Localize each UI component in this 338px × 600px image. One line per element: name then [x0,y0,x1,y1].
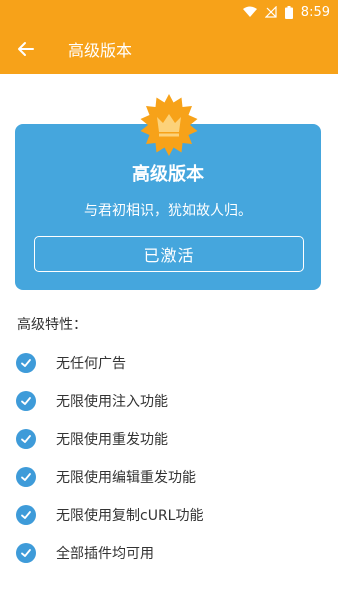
list-item: 无限使用复制cURL功能 [16,496,326,534]
feature-label: 无限使用编辑重发功能 [56,470,196,486]
feature-label: 无限使用复制cURL功能 [56,508,204,524]
wifi-icon [242,6,257,18]
page-title: 高级版本 [68,41,133,60]
card-title: 高级版本 [132,164,204,185]
list-item: 无限使用注入功能 [16,382,326,420]
back-button[interactable] [0,24,52,74]
crown-badge-icon [140,94,198,156]
feature-label: 全部插件均可用 [56,546,154,562]
list-item: 无限使用重发功能 [16,420,326,458]
card-subtitle: 与君初相识，犹如故人归。 [84,203,252,219]
features-heading: 高级特性： [17,317,87,333]
feature-label: 无限使用注入功能 [56,394,168,410]
arrow-left-icon [18,42,34,56]
check-circle-icon [16,467,36,487]
check-circle-icon [16,391,36,411]
status-bar: 8:59 [0,0,338,24]
feature-label: 无任何广告 [56,356,126,372]
list-item: 全部插件均可用 [16,534,326,572]
check-circle-icon [16,543,36,563]
no-signal-icon [264,6,277,18]
feature-list: 无任何广告 无限使用注入功能 无限使用重发功能 无限使用编辑重发功能 无限使用复… [16,344,326,572]
app-bar: 高级版本 [0,24,338,74]
check-circle-icon [16,353,36,373]
battery-icon [284,5,293,19]
list-item: 无任何广告 [16,344,326,382]
list-item: 无限使用编辑重发功能 [16,458,326,496]
activated-button[interactable]: 已激活 [34,236,304,272]
check-circle-icon [16,429,36,449]
status-time: 8:59 [300,4,330,20]
check-circle-icon [16,505,36,525]
feature-label: 无限使用重发功能 [56,432,168,448]
